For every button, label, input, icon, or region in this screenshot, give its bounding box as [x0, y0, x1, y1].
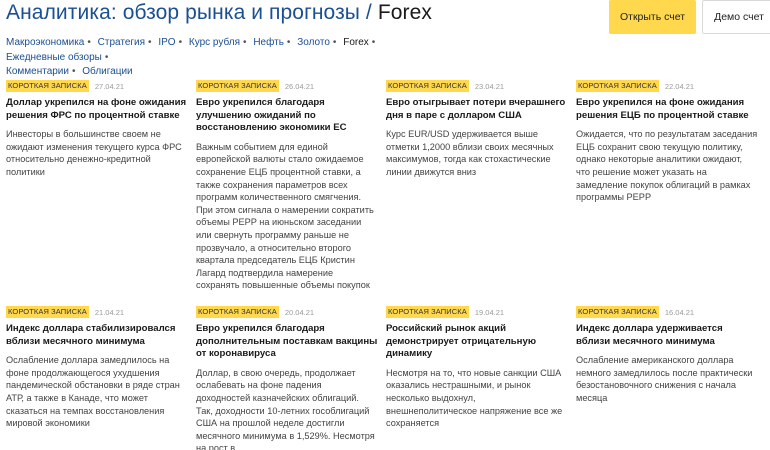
news-card: КОРОТКАЯ ЗАПИСКА 21.04.21 Индекс доллара … — [6, 306, 188, 430]
nav-item-strategy[interactable]: Стратегия — [98, 37, 145, 48]
news-date: 22.04.21 — [664, 81, 695, 91]
nav-item-oil[interactable]: Нефть — [253, 37, 284, 48]
nav-separator: • — [286, 37, 291, 48]
nav-separator: • — [71, 66, 76, 77]
news-card: КОРОТКАЯ ЗАПИСКА 16.04.21 Индекс доллара … — [576, 306, 758, 405]
news-badge[interactable]: КОРОТКАЯ ЗАПИСКА — [386, 306, 469, 318]
nav-item-gold[interactable]: Золото — [297, 37, 330, 48]
news-date: 26.04.21 — [284, 81, 315, 91]
page-title: Аналитика: обзор рынка и прогнозы / Fore… — [6, 1, 432, 25]
news-title[interactable]: Российский рынок акций демонстрирует отр… — [386, 323, 568, 361]
news-title[interactable]: Евро отыгрывает потери вчерашнего дня в … — [386, 97, 568, 122]
nav-separator: • — [243, 37, 247, 48]
category-nav: Макроэкономика • Стратегия • IPO • Курс руб… — [6, 36, 476, 80]
news-text: Доллар, в свою очередь, продолжает ослаб… — [196, 367, 375, 450]
news-text: Ожидается, что по результатам заседания … — [576, 129, 758, 203]
news-badge[interactable]: КОРОТКАЯ ЗАПИСКА — [386, 80, 469, 92]
news-title[interactable]: Евро укрепился благодаря улучшению ожида… — [196, 97, 378, 135]
news-date: 16.04.21 — [664, 307, 695, 317]
news-card: КОРОТКАЯ ЗАПИСКА 26.04.21 Евро укрепился … — [196, 80, 378, 292]
news-badge[interactable]: КОРОТКАЯ ЗАПИСКА — [196, 306, 279, 318]
news-date: 20.04.21 — [284, 307, 315, 317]
demo-account-button[interactable]: Демо счет — [702, 0, 770, 34]
nav-separator: • — [178, 37, 183, 48]
news-text: Важным событием для единой европейской в… — [196, 141, 374, 291]
news-date: 23.04.21 — [474, 81, 505, 91]
nav-item-ruble[interactable]: Курс рубля — [189, 37, 240, 48]
news-card: КОРОТКАЯ ЗАПИСКА 23.04.21 Евро отыгрывает… — [386, 80, 568, 179]
news-date: 19.04.21 — [474, 307, 505, 317]
nav-separator: • — [332, 37, 337, 48]
news-text: Несмотря на то, что новые санкции США ок… — [386, 367, 563, 429]
page-header: Аналитика: обзор рынка и прогнозы / Fore… — [6, 0, 770, 34]
nav-item-daily[interactable]: Ежедневные обзоры — [6, 52, 102, 63]
nav-separator: • — [87, 37, 91, 48]
news-badge[interactable]: КОРОТКАЯ ЗАПИСКА — [6, 80, 89, 92]
news-date: 27.04.21 — [94, 81, 125, 91]
news-text: Ослабление доллара замедлилось на фоне п… — [6, 355, 180, 429]
news-title[interactable]: Евро укрепился на фоне ожидания решения … — [576, 97, 758, 122]
news-title[interactable]: Индекс доллара удерживается вблизи месяч… — [576, 323, 758, 348]
nav-item-comments[interactable]: Комментарии — [6, 66, 69, 77]
news-card: КОРОТКАЯ ЗАПИСКА 19.04.21 Российский рыно… — [386, 306, 568, 430]
open-account-button[interactable]: Открыть счет — [609, 0, 696, 34]
news-title[interactable]: Индекс доллара стабилизировался вблизи м… — [6, 323, 188, 348]
page-title-section: Аналитика: обзор рынка и прогнозы / — [6, 1, 378, 24]
news-badge[interactable]: КОРОТКАЯ ЗАПИСКА — [6, 306, 89, 318]
news-date: 21.04.21 — [94, 307, 125, 317]
news-text: Ослабление американского доллара немного… — [576, 355, 753, 403]
news-text: Инвесторы в большинстве своем не ожидают… — [6, 129, 182, 177]
news-badge[interactable]: КОРОТКАЯ ЗАПИСКА — [576, 80, 659, 92]
nav-item-forex[interactable]: Forex — [343, 37, 369, 48]
news-title[interactable]: Доллар укрепился на фоне ожидания решени… — [6, 97, 188, 122]
news-badge[interactable]: КОРОТКАЯ ЗАПИСКА — [576, 306, 659, 318]
page-title-current: Forex — [377, 1, 432, 24]
nav-separator: • — [148, 37, 152, 48]
nav-item-bonds[interactable]: Облигации — [82, 66, 132, 77]
news-card: КОРОТКАЯ ЗАПИСКА 27.04.21 Доллар укрепилс… — [6, 80, 188, 179]
news-text: Курс EUR/USD удерживается выше отметки 1… — [386, 129, 554, 177]
nav-separator: • — [371, 37, 376, 48]
news-card: КОРОТКАЯ ЗАПИСКА 22.04.21 Евро укрепился … — [576, 80, 758, 204]
nav-item-ipo[interactable]: IPO — [158, 37, 175, 48]
nav-separator: • — [104, 51, 109, 63]
news-card: КОРОТКАЯ ЗАПИСКА 20.04.21 Евро укрепился … — [196, 306, 378, 450]
news-title[interactable]: Евро укрепился благодаря дополнительным … — [196, 323, 378, 361]
news-badge[interactable]: КОРОТКАЯ ЗАПИСКА — [196, 80, 279, 92]
nav-item-macro[interactable]: Макроэкономика — [6, 37, 84, 48]
